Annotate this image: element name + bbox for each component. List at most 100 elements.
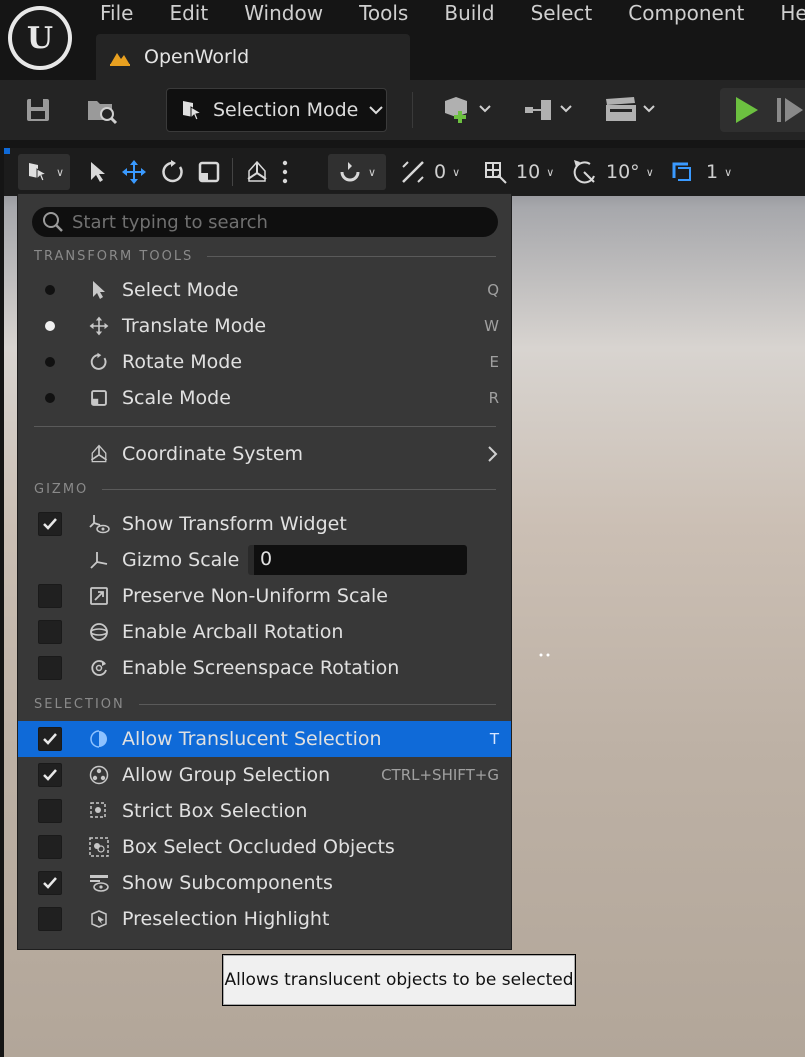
- menu-item-box-select-occluded-objects[interactable]: Box Select Occluded Objects: [18, 829, 511, 865]
- menu-item-preselection-highlight[interactable]: Preselection Highlight: [18, 901, 511, 937]
- selection-mode-icon: [29, 163, 48, 182]
- advance-frame-button[interactable]: [774, 90, 805, 130]
- selection-mode-dropdown[interactable]: Selection Mode: [166, 88, 387, 132]
- checkbox-checked[interactable]: [38, 763, 62, 787]
- camera-speed-button[interactable]: 1 ∨: [668, 148, 732, 196]
- checkbox-unchecked[interactable]: [38, 620, 62, 644]
- menu-item-enable-arcball-rotation[interactable]: Enable Arcball Rotation: [18, 614, 511, 650]
- add-actor-button[interactable]: [440, 90, 496, 130]
- box-select-occluded-icon: [89, 837, 109, 857]
- play-button[interactable]: [730, 90, 762, 130]
- section-gizmo: GIZMO: [34, 479, 496, 499]
- checkbox-checked[interactable]: [38, 512, 62, 536]
- chevron-right-icon: [488, 446, 498, 462]
- translate-snap-value: 0: [434, 161, 447, 183]
- menu-item-label: Preselection Highlight: [122, 908, 330, 930]
- checkbox-unchecked[interactable]: [38, 656, 62, 680]
- menu-item-rotate-mode[interactable]: Rotate Mode E: [18, 344, 511, 380]
- cinematics-button[interactable]: [604, 90, 660, 130]
- checkbox-checked[interactable]: [38, 727, 62, 751]
- checkbox-unchecked[interactable]: [38, 907, 62, 931]
- coordinate-system-icon: [247, 160, 267, 182]
- menu-help[interactable]: Help: [762, 0, 805, 28]
- translate-tool-button[interactable]: [120, 148, 148, 196]
- menu-item-show-subcomponents[interactable]: Show Subcomponents: [18, 865, 511, 901]
- tooltip-text: Allows translucent objects to be selecte…: [224, 970, 574, 990]
- translate-snap-button[interactable]: 0 ∨: [400, 148, 460, 196]
- gizmo-scale-input[interactable]: [254, 545, 454, 573]
- scale-tool-button[interactable]: [196, 148, 222, 196]
- menu-item-translate-mode[interactable]: Translate Mode W: [18, 308, 511, 344]
- radio-bullet-selected: [45, 321, 55, 331]
- menu-item-scale-mode[interactable]: Scale Mode R: [18, 380, 511, 416]
- menu-tools[interactable]: Tools: [341, 0, 426, 28]
- menu-build[interactable]: Build: [426, 0, 512, 28]
- gizmo-scale-field[interactable]: [248, 545, 467, 575]
- tooltip: Allows translucent objects to be selecte…: [222, 954, 576, 1006]
- menu-search-box[interactable]: [32, 207, 498, 237]
- section-label: TRANSFORM TOOLS: [34, 248, 194, 264]
- menu-item-preserve-non-uniform-scale[interactable]: Preserve Non-Uniform Scale: [18, 578, 511, 614]
- menu-item-enable-screenspace-rotation[interactable]: Enable Screenspace Rotation: [18, 650, 511, 686]
- viewport-marker-icon: [539, 653, 550, 657]
- section-label: GIZMO: [34, 481, 89, 497]
- menu-window[interactable]: Window: [226, 0, 341, 28]
- menu-item-strict-box-selection[interactable]: Strict Box Selection: [18, 793, 511, 829]
- menu-item-label: Allow Group Selection: [122, 764, 331, 786]
- menu-item-gizmo-scale: Gizmo Scale: [18, 542, 511, 578]
- clapperboard-icon: [606, 97, 655, 121]
- title-bar: U File Edit Window Tools Build Select Co…: [0, 0, 805, 80]
- blueprint-button[interactable]: [522, 90, 578, 130]
- grid-snap-button[interactable]: 10 ∨: [482, 148, 554, 196]
- menu-component[interactable]: Component: [610, 0, 762, 28]
- surface-snapping-button[interactable]: ∨: [328, 154, 386, 190]
- radio-bullet: [45, 393, 55, 403]
- checkbox-unchecked[interactable]: [38, 799, 62, 823]
- shortcut-label: Q: [487, 281, 499, 299]
- gizmo-scale-icon: [90, 552, 108, 569]
- preserve-scale-icon: [90, 587, 108, 605]
- menu-select[interactable]: Select: [513, 0, 611, 28]
- folder-search-icon: [88, 101, 118, 125]
- menu-item-label: Box Select Occluded Objects: [122, 836, 395, 858]
- rotation-snap-icon: [573, 160, 595, 184]
- magnet-icon: [340, 162, 360, 182]
- camera-speed-icon: [672, 162, 691, 181]
- viewport-corner-accent: [4, 148, 10, 154]
- menu-file[interactable]: File: [82, 0, 151, 28]
- save-button[interactable]: [20, 90, 56, 130]
- menu-item-label: Translate Mode: [122, 315, 267, 337]
- menu-item-label: Strict Box Selection: [122, 800, 308, 822]
- main-toolbar: Selection Mode: [0, 80, 805, 140]
- coordinate-system-button[interactable]: [244, 148, 270, 196]
- rotation-snap-button[interactable]: 10° ∨: [570, 148, 654, 196]
- menu-item-label: Select Mode: [122, 279, 239, 301]
- menu-item-coordinate-system[interactable]: Coordinate System: [18, 436, 511, 472]
- rotate-tool-button[interactable]: [160, 148, 186, 196]
- advance-frame-icon: [777, 98, 803, 122]
- checkmark-icon: [43, 877, 57, 889]
- menu-item-allow-group-selection[interactable]: Allow Group Selection CTRL+SHIFT+G: [18, 757, 511, 793]
- unreal-logo-icon[interactable]: U: [8, 6, 72, 70]
- menu-item-allow-translucent-selection[interactable]: Allow Translucent Selection T: [18, 721, 511, 757]
- coordinate-system-icon: [90, 444, 108, 463]
- content-browser-button[interactable]: [84, 90, 120, 130]
- menu-item-label: Enable Screenspace Rotation: [122, 657, 400, 679]
- group-selection-icon: [89, 765, 109, 785]
- select-tool-button[interactable]: [88, 148, 108, 196]
- search-icon: [43, 212, 63, 232]
- section-selection: SELECTION: [34, 694, 496, 714]
- menu-search-input[interactable]: [72, 211, 492, 233]
- checkbox-unchecked[interactable]: [38, 584, 62, 608]
- menu-edit[interactable]: Edit: [151, 0, 226, 28]
- radio-bullet: [45, 357, 55, 367]
- checkbox-checked[interactable]: [38, 871, 62, 895]
- selection-mode-menu-button[interactable]: ∨: [18, 154, 70, 190]
- checkbox-unchecked[interactable]: [38, 835, 62, 859]
- main-menu-bar: File Edit Window Tools Build Select Comp…: [82, 0, 805, 28]
- more-options-button[interactable]: [280, 148, 290, 196]
- level-tab[interactable]: OpenWorld: [96, 34, 410, 80]
- menu-item-select-mode[interactable]: Select Mode Q: [18, 272, 511, 308]
- shortcut-label: T: [489, 730, 499, 748]
- menu-item-show-transform-widget[interactable]: Show Transform Widget: [18, 506, 511, 542]
